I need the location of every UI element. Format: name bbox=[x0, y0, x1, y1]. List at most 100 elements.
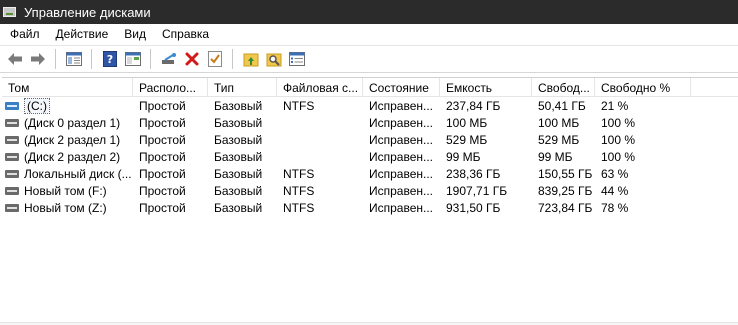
toolbar-separator bbox=[150, 49, 151, 69]
volume-cell: Новый том (F:) bbox=[2, 182, 133, 199]
capacity-cell: 237,84 ГБ bbox=[446, 98, 501, 113]
type-cell: Базовый bbox=[214, 183, 263, 198]
file-system-cell: NTFS bbox=[283, 183, 315, 198]
table-header: Том Располо... Тип Файловая с... Состоян… bbox=[2, 78, 738, 97]
status-cell: Исправен... bbox=[369, 132, 434, 147]
status-cell: Исправен... bbox=[369, 166, 434, 181]
free-percent-cell: 100 % bbox=[601, 149, 636, 164]
type-cell: Базовый bbox=[214, 132, 263, 147]
drive-icon bbox=[5, 203, 19, 212]
delete-button[interactable] bbox=[181, 48, 203, 70]
status-cell: Исправен... bbox=[369, 149, 434, 164]
drive-icon bbox=[5, 118, 19, 127]
free-space-cell: 529 МБ bbox=[538, 132, 580, 147]
layout-cell: Простой bbox=[139, 149, 186, 164]
volume-cell: (C:) bbox=[2, 97, 133, 114]
menu-view[interactable]: Вид bbox=[116, 27, 154, 41]
free-space-cell: 100 МБ bbox=[538, 115, 580, 130]
column-header-type[interactable]: Тип bbox=[208, 78, 277, 97]
layout-cell: Простой bbox=[139, 132, 186, 147]
properties-icon bbox=[125, 52, 141, 66]
menu-bar: Файл Действие Вид Справка bbox=[0, 24, 738, 44]
menu-help[interactable]: Справка bbox=[154, 27, 217, 41]
volume-name: (C:) bbox=[24, 97, 50, 114]
volume-name: (Диск 2 раздел 2) bbox=[24, 149, 121, 164]
svg-text:?: ? bbox=[107, 53, 113, 66]
drive-icon bbox=[5, 186, 19, 195]
column-header-free-percent[interactable]: Свободно % bbox=[595, 78, 691, 97]
free-space-cell: 150,55 ГБ bbox=[538, 166, 593, 181]
volume-cell: Локальный диск (... bbox=[2, 165, 133, 182]
check-button[interactable] bbox=[204, 48, 226, 70]
title-bar: Управление дисками bbox=[0, 0, 738, 24]
column-header-status[interactable]: Состояние bbox=[363, 78, 440, 97]
column-header-volume[interactable]: Том bbox=[2, 78, 133, 97]
volume-name: Локальный диск (... bbox=[24, 166, 132, 181]
volume-name: Новый том (F:) bbox=[24, 183, 107, 198]
search-folder-button[interactable] bbox=[263, 48, 285, 70]
free-percent-cell: 63 % bbox=[601, 166, 629, 181]
free-percent-cell: 100 % bbox=[601, 132, 636, 147]
volume-cell: Новый том (Z:) bbox=[2, 199, 133, 216]
volume-name: (Диск 0 раздел 1) bbox=[24, 115, 121, 130]
drive-icon bbox=[5, 135, 19, 144]
back-button[interactable] bbox=[4, 48, 26, 70]
layout-cell: Простой bbox=[139, 200, 186, 215]
column-header-file-system[interactable]: Файловая с... bbox=[277, 78, 363, 97]
type-cell: Базовый bbox=[214, 166, 263, 181]
window-title: Управление дисками bbox=[24, 4, 151, 20]
forward-arrow-icon bbox=[31, 53, 45, 65]
menu-action[interactable]: Действие bbox=[48, 27, 117, 41]
folder-up-icon bbox=[243, 53, 259, 67]
menu-file[interactable]: Файл bbox=[2, 27, 48, 41]
volume-cell: (Диск 0 раздел 1) bbox=[2, 114, 133, 131]
system-volume-icon bbox=[5, 101, 19, 110]
connect-disk-icon bbox=[162, 53, 176, 64]
column-header-free-space[interactable]: Свобод... bbox=[532, 78, 595, 97]
layout-cell: Простой bbox=[139, 166, 186, 181]
forward-button[interactable] bbox=[27, 48, 49, 70]
status-cell: Исправен... bbox=[369, 200, 434, 215]
table-row[interactable]: Новый том (Z:) Простой Базовый NTFS Испр… bbox=[2, 199, 738, 216]
free-percent-cell: 44 % bbox=[601, 183, 629, 198]
toolbar-separator bbox=[55, 49, 56, 69]
table-row[interactable]: Локальный диск (... Простой Базовый NTFS… bbox=[2, 165, 738, 182]
type-cell: Базовый bbox=[214, 98, 263, 113]
toolbar-separator bbox=[91, 49, 92, 69]
show-hide-console-tree-button[interactable] bbox=[63, 48, 85, 70]
column-header-capacity[interactable]: Емкость bbox=[440, 78, 532, 97]
file-system-cell: NTFS bbox=[283, 98, 315, 113]
status-cell: Исправен... bbox=[369, 183, 434, 198]
help-button[interactable]: ? bbox=[99, 48, 121, 70]
layout-cell: Простой bbox=[139, 183, 186, 198]
folder-up-button[interactable] bbox=[240, 48, 262, 70]
back-arrow-icon bbox=[8, 53, 22, 65]
table-row[interactable]: Новый том (F:) Простой Базовый NTFS Испр… bbox=[2, 182, 738, 199]
table-row[interactable]: (C:) Простой Базовый NTFS Исправен... 23… bbox=[2, 97, 738, 114]
table-row[interactable]: (Диск 2 раздел 1) Простой Базовый Исправ… bbox=[2, 131, 738, 148]
list-properties-button[interactable] bbox=[286, 48, 308, 70]
table-row[interactable]: (Диск 2 раздел 2) Простой Базовый Исправ… bbox=[2, 148, 738, 165]
file-system-cell bbox=[277, 148, 363, 165]
properties-button[interactable] bbox=[122, 48, 144, 70]
table-row[interactable]: (Диск 0 раздел 1) Простой Базовый Исправ… bbox=[2, 114, 738, 131]
status-cell: Исправен... bbox=[369, 115, 434, 130]
column-header-layout[interactable]: Располо... bbox=[133, 78, 208, 97]
file-system-cell: NTFS bbox=[283, 166, 315, 181]
free-percent-cell: 21 % bbox=[601, 98, 629, 113]
volume-cell: (Диск 2 раздел 2) bbox=[2, 148, 133, 165]
disk-management-icon bbox=[2, 5, 18, 19]
check-icon bbox=[208, 51, 222, 67]
type-cell: Базовый bbox=[214, 149, 263, 164]
free-percent-cell: 78 % bbox=[601, 200, 629, 215]
type-cell: Базовый bbox=[214, 115, 263, 130]
connect-disk-button[interactable] bbox=[158, 48, 180, 70]
drive-icon bbox=[5, 152, 19, 161]
layout-cell: Простой bbox=[139, 115, 186, 130]
free-percent-cell: 100 % bbox=[601, 115, 636, 130]
toolbar: ? bbox=[0, 45, 738, 73]
layout-cell: Простой bbox=[139, 98, 186, 113]
free-space-cell: 99 МБ bbox=[538, 149, 573, 164]
capacity-cell: 99 МБ bbox=[446, 149, 481, 164]
capacity-cell: 529 МБ bbox=[446, 132, 488, 147]
